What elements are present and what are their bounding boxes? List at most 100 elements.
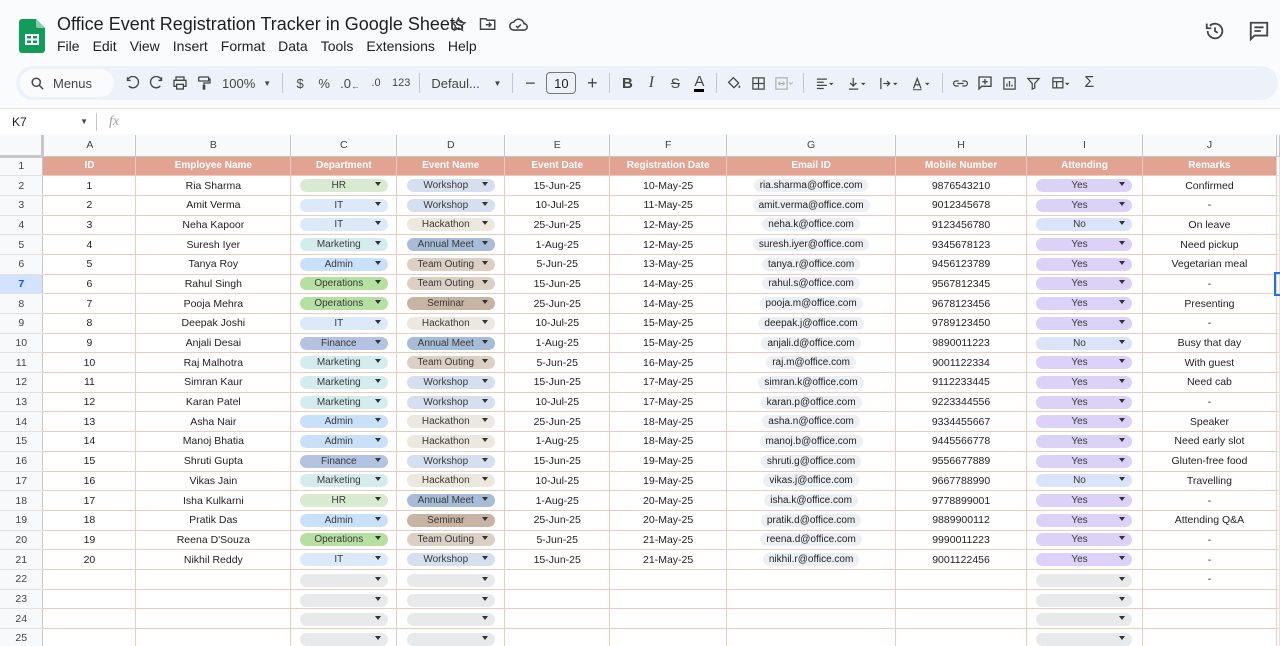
- attending-dropdown[interactable]: Yes: [1036, 356, 1133, 370]
- department-dropdown[interactable]: [299, 574, 388, 588]
- cell-id[interactable]: 9: [42, 333, 137, 354]
- department-dropdown[interactable]: Marketing: [299, 238, 388, 252]
- department-dropdown[interactable]: Admin: [299, 257, 388, 271]
- cell-event-name[interactable]: [396, 608, 506, 629]
- cell-k[interactable]: [1276, 411, 1280, 433]
- cell-email-id[interactable]: [726, 608, 897, 629]
- cell-email-id[interactable]: raj.m@office.com: [726, 352, 897, 374]
- department-dropdown[interactable]: [299, 613, 388, 627]
- increase-decimal-button[interactable]: .0: [364, 69, 388, 97]
- column-header-j[interactable]: J: [1142, 135, 1277, 157]
- cell-registration-date[interactable]: 17-May-25: [609, 372, 728, 393]
- cell-remarks[interactable]: Attending Q&A: [1142, 510, 1277, 531]
- cell-event-date[interactable]: 25-Jun-25: [504, 510, 611, 531]
- cell-event-date[interactable]: 5-Jun-25: [504, 352, 611, 374]
- cell-k[interactable]: [1276, 175, 1280, 196]
- cell-id[interactable]: 3: [42, 215, 137, 236]
- event-dropdown[interactable]: Seminar: [406, 513, 495, 527]
- attending-dropdown[interactable]: Yes: [1036, 179, 1133, 193]
- text-color-button[interactable]: A: [687, 69, 711, 97]
- cell-mobile-number[interactable]: 9876543210: [895, 175, 1027, 196]
- header-cell-mobile-number[interactable]: Mobile Number: [895, 156, 1027, 177]
- cell-email-id[interactable]: shruti.g@office.com: [726, 451, 897, 472]
- cell-remarks[interactable]: Confirmed: [1142, 175, 1277, 196]
- cell-id[interactable]: [42, 608, 137, 629]
- cell-employee-name[interactable]: Anjali Desai: [135, 333, 292, 354]
- cell-event-name[interactable]: Annual Meet: [396, 234, 506, 255]
- fill-color-button[interactable]: [722, 69, 746, 97]
- vertical-align-button[interactable]: [841, 69, 873, 97]
- cell-department[interactable]: [290, 569, 398, 590]
- email-chip[interactable]: deepak.j@office.com: [758, 316, 864, 330]
- formula-input[interactable]: [129, 112, 1280, 132]
- font-family-select[interactable]: Defaul... ▼: [425, 69, 507, 97]
- cell-event-name[interactable]: Workshop: [396, 372, 506, 393]
- cell-id[interactable]: 7: [42, 293, 137, 314]
- event-dropdown[interactable]: Hackathon: [406, 474, 495, 488]
- cell-event-date[interactable]: 15-Jun-25: [504, 549, 611, 570]
- email-chip[interactable]: neha.k@office.com: [762, 218, 860, 232]
- cell-email-id[interactable]: [726, 628, 897, 646]
- cell-mobile-number[interactable]: [895, 589, 1027, 610]
- department-dropdown[interactable]: Operations: [299, 533, 388, 547]
- row-header[interactable]: 24: [0, 608, 44, 629]
- cell-k[interactable]: [1276, 313, 1280, 334]
- row-header[interactable]: 14: [0, 411, 44, 433]
- row-header[interactable]: 19: [0, 510, 44, 531]
- cell-email-id[interactable]: isha.k@office.com: [726, 490, 897, 511]
- cell-k[interactable]: [1276, 215, 1280, 236]
- cell-employee-name[interactable]: Pratik Das: [135, 510, 292, 531]
- decrease-decimal-button[interactable]: .0 ←: [336, 69, 364, 97]
- attending-dropdown[interactable]: [1036, 593, 1133, 607]
- cell-remarks[interactable]: -: [1142, 392, 1277, 413]
- select-all-corner[interactable]: [0, 135, 45, 158]
- cell-event-date[interactable]: 10-Jul-25: [504, 313, 611, 334]
- header-cell-event-date[interactable]: Event Date: [504, 156, 611, 177]
- cell-event-name[interactable]: Team Outing: [396, 274, 506, 295]
- cell-mobile-number[interactable]: 9345678123: [895, 234, 1027, 255]
- cell-event-name[interactable]: Hackathon: [396, 313, 506, 334]
- event-dropdown[interactable]: Workshop: [406, 198, 495, 212]
- cell-event-name[interactable]: Seminar: [396, 293, 506, 314]
- department-dropdown[interactable]: [299, 593, 388, 607]
- cell-k[interactable]: [1276, 254, 1280, 275]
- cell-remarks[interactable]: [1142, 589, 1277, 610]
- attending-dropdown[interactable]: [1036, 633, 1133, 646]
- attending-dropdown[interactable]: Yes: [1036, 257, 1133, 271]
- cell-employee-name[interactable]: [135, 628, 292, 646]
- cell-registration-date[interactable]: 17-May-25: [609, 392, 728, 413]
- cell-email-id[interactable]: manoj.b@office.com: [726, 431, 897, 452]
- cell-remarks[interactable]: -: [1142, 195, 1277, 216]
- text-wrap-button[interactable]: [873, 69, 905, 97]
- department-dropdown[interactable]: IT: [299, 198, 388, 212]
- department-dropdown[interactable]: Marketing: [299, 474, 388, 488]
- event-dropdown[interactable]: Annual Meet: [406, 336, 495, 350]
- row-header[interactable]: 12: [0, 372, 44, 393]
- event-dropdown[interactable]: Workshop: [406, 454, 495, 468]
- department-dropdown[interactable]: Admin: [299, 434, 388, 448]
- event-dropdown[interactable]: Annual Meet: [406, 494, 495, 508]
- cell-department[interactable]: HR: [290, 175, 398, 196]
- cell-registration-date[interactable]: 18-May-25: [609, 431, 728, 452]
- cell-k[interactable]: [1276, 333, 1280, 354]
- cell-id[interactable]: 13: [42, 411, 137, 433]
- cell-email-id[interactable]: [726, 569, 897, 590]
- cell-attending[interactable]: Yes: [1026, 392, 1143, 413]
- cell-registration-date[interactable]: [609, 569, 728, 590]
- cell-id[interactable]: 15: [42, 451, 137, 472]
- email-chip[interactable]: reena.d@office.com: [760, 533, 862, 547]
- email-chip[interactable]: suresh.iyer@office.com: [752, 238, 870, 252]
- cell-employee-name[interactable]: Shruti Gupta: [135, 451, 292, 472]
- cell-mobile-number[interactable]: 9567812345: [895, 274, 1027, 295]
- event-dropdown[interactable]: Workshop: [406, 375, 495, 389]
- cell-employee-name[interactable]: Raj Malhotra: [135, 352, 292, 374]
- cell-event-date[interactable]: 15-Jun-25: [504, 451, 611, 472]
- cell-attending[interactable]: Yes: [1026, 372, 1143, 393]
- cell-employee-name[interactable]: Karan Patel: [135, 392, 292, 413]
- cell-department[interactable]: Operations: [290, 530, 398, 551]
- attending-dropdown[interactable]: Yes: [1036, 553, 1133, 567]
- cell-remarks[interactable]: -: [1142, 274, 1277, 295]
- row-header[interactable]: 21: [0, 549, 44, 570]
- cell-id[interactable]: 6: [42, 274, 137, 295]
- cell-remarks[interactable]: With guest: [1142, 352, 1277, 374]
